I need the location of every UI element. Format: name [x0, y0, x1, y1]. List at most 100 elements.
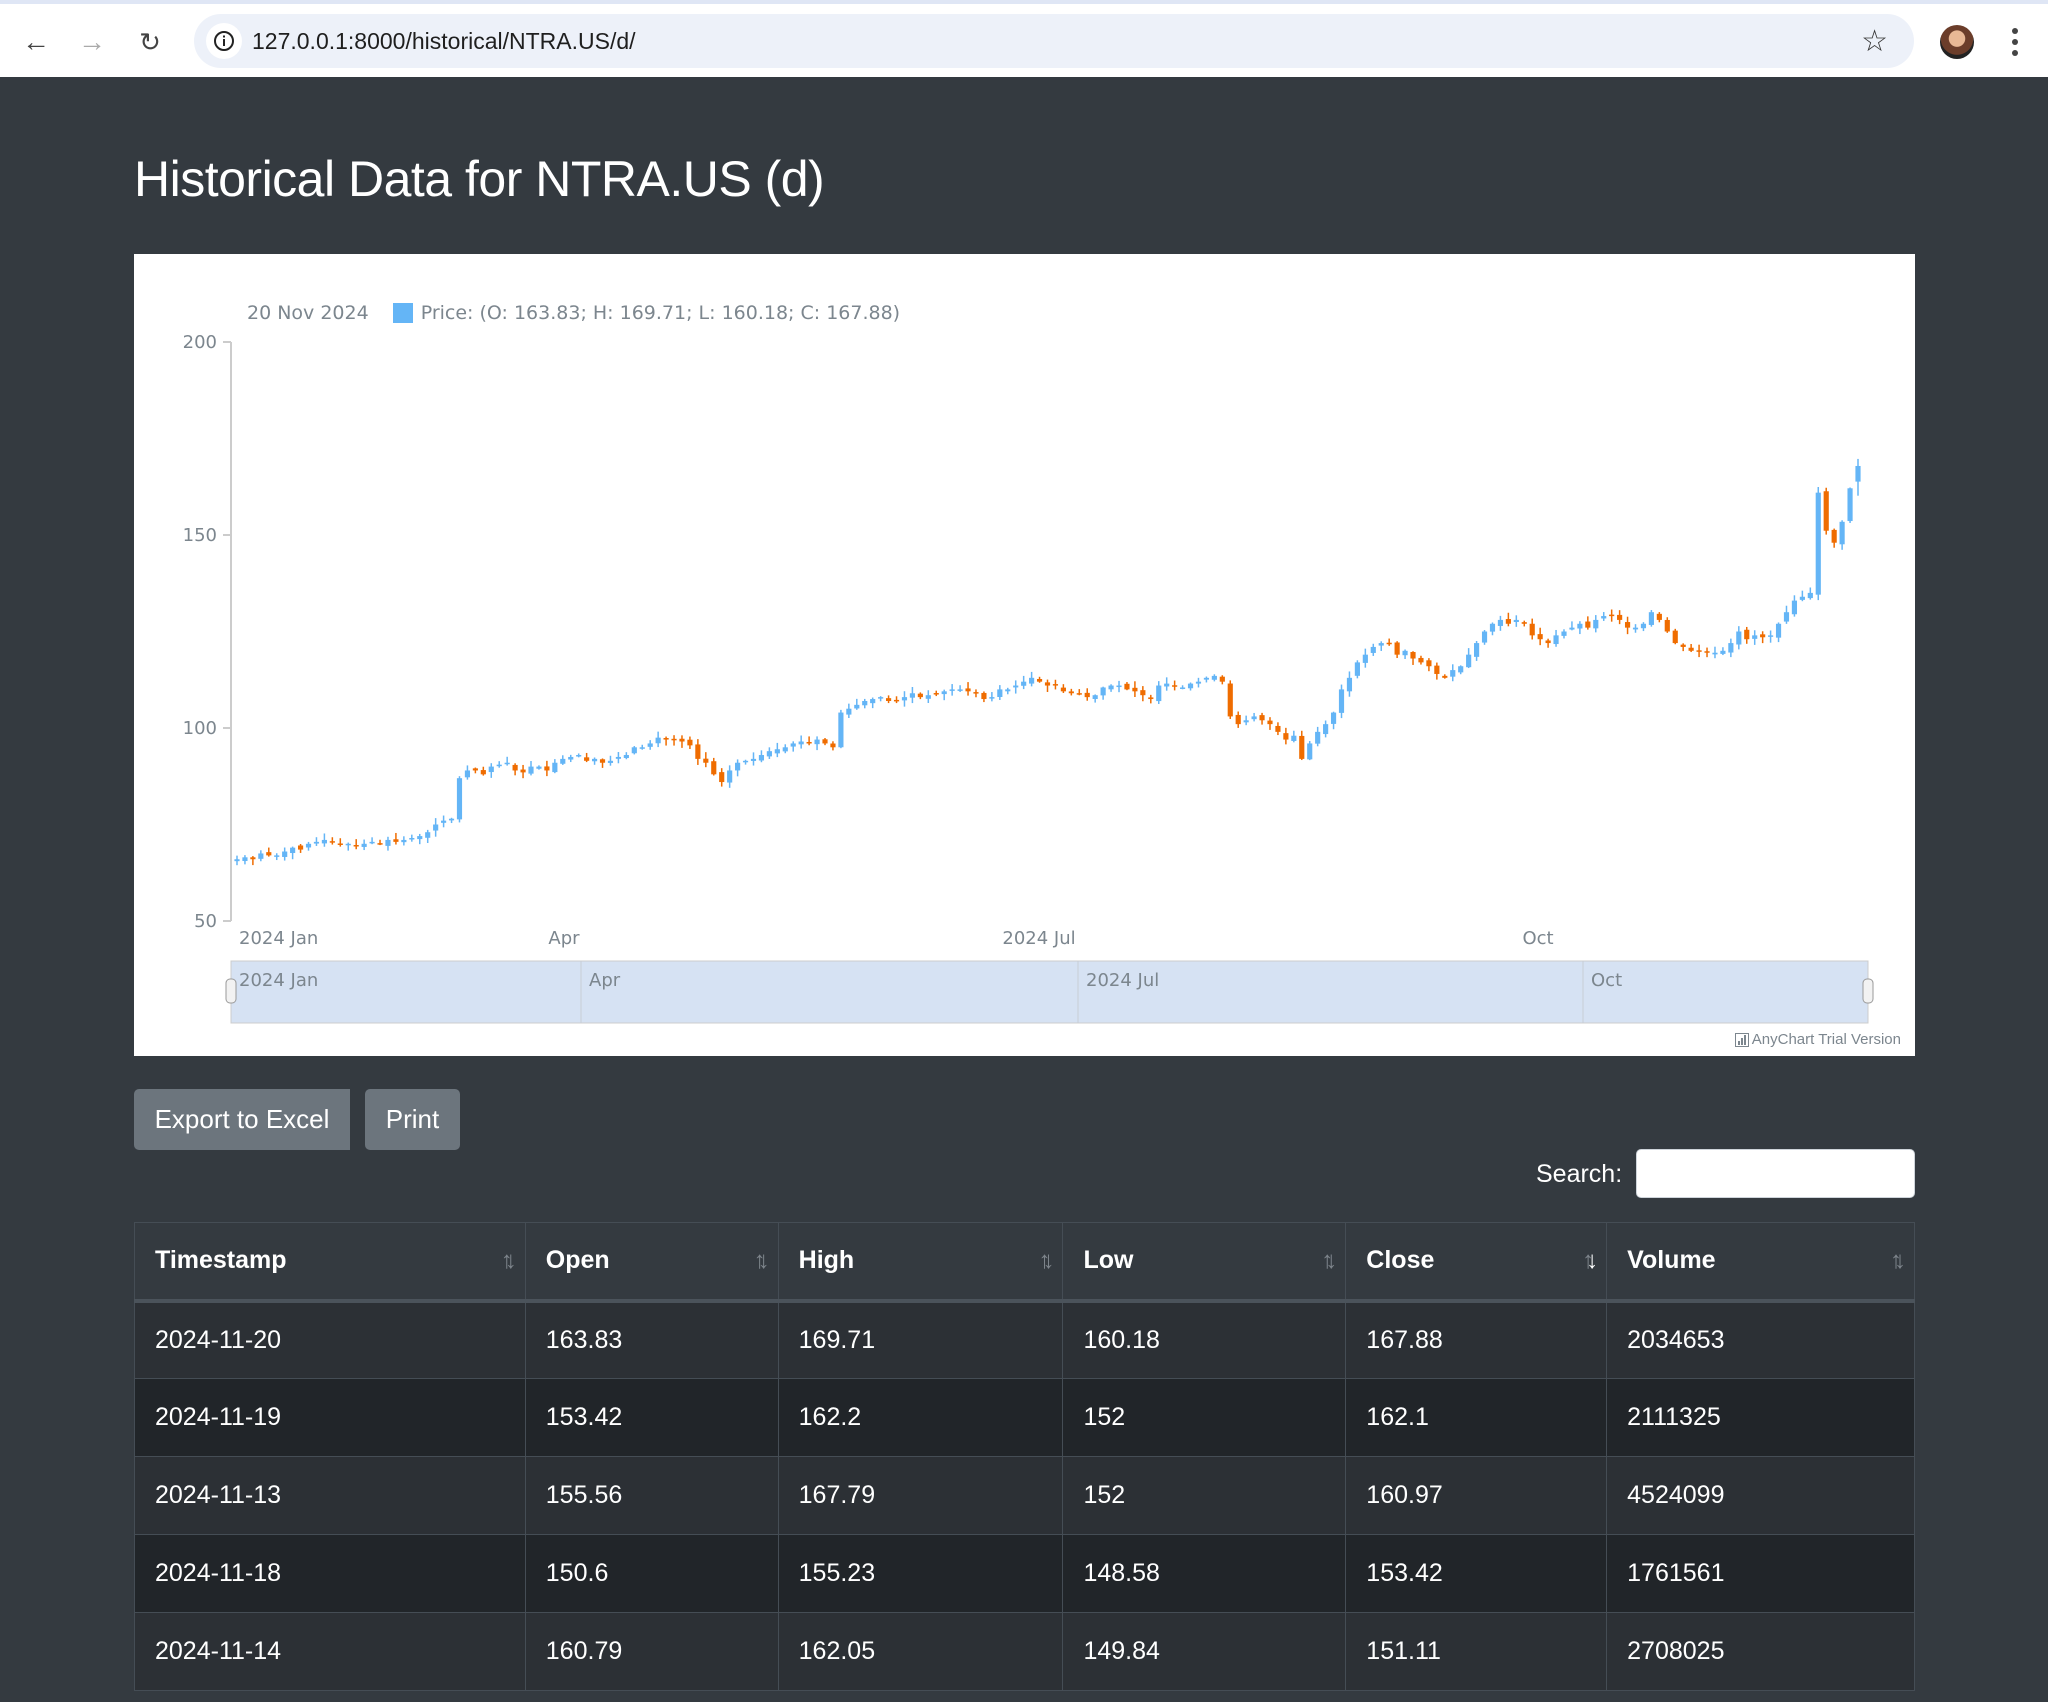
- candle-body[interactable]: [1362, 654, 1368, 663]
- candle-body[interactable]: [1569, 627, 1575, 630]
- candle-body[interactable]: [1744, 629, 1750, 640]
- candle-body[interactable]: [1386, 642, 1392, 645]
- candle-body[interactable]: [313, 841, 320, 844]
- candlestick-plot[interactable]: 50 100 150 200 2024 Jan Apr 2024 Jul Oct 2024 Ja…: [134, 254, 1915, 1056]
- candle-body[interactable]: [663, 738, 669, 740]
- candle-body[interactable]: [1768, 635, 1774, 637]
- candle-body[interactable]: [488, 766, 494, 773]
- candle-body[interactable]: [1180, 687, 1186, 689]
- candle-body[interactable]: [885, 698, 892, 701]
- candle-body[interactable]: [1783, 612, 1790, 622]
- column-header-low[interactable]: Low ↑↓: [1062, 1222, 1347, 1303]
- candle-body[interactable]: [1164, 683, 1170, 687]
- candle-body[interactable]: [504, 762, 510, 765]
- candle-body[interactable]: [576, 755, 582, 757]
- candle-body[interactable]: [703, 758, 709, 763]
- column-header-high[interactable]: High ↑↓: [777, 1222, 1064, 1303]
- candle-body[interactable]: [735, 762, 741, 771]
- candle-body[interactable]: [1092, 695, 1098, 700]
- candle-body[interactable]: [1529, 623, 1535, 636]
- candle-body[interactable]: [1839, 521, 1845, 545]
- candle-body[interactable]: [893, 699, 900, 702]
- candle-body[interactable]: [1005, 689, 1011, 692]
- candle-body[interactable]: [1283, 733, 1289, 740]
- candle-body[interactable]: [766, 751, 772, 757]
- candle-body[interactable]: [1609, 614, 1615, 617]
- candle-body[interactable]: [258, 853, 264, 859]
- navigator-left-handle[interactable]: [225, 978, 237, 1004]
- candle-body[interactable]: [965, 688, 971, 692]
- candle-body[interactable]: [345, 843, 351, 846]
- address-bar[interactable]: 127.0.0.1:8000/historical/NTRA.US/d/ ☆: [194, 14, 1914, 68]
- candle-body[interactable]: [909, 693, 915, 698]
- candle-body[interactable]: [520, 769, 526, 773]
- column-header-timestamp[interactable]: Timestamp ↑↓: [134, 1222, 526, 1303]
- candle-body[interactable]: [1021, 681, 1027, 686]
- candle-body[interactable]: [623, 755, 629, 759]
- candle-body[interactable]: [830, 743, 836, 748]
- candle-body[interactable]: [742, 760, 749, 763]
- candle-body[interactable]: [647, 743, 653, 747]
- candle-body[interactable]: [687, 739, 693, 746]
- candle-body[interactable]: [933, 693, 939, 695]
- candle-body[interactable]: [671, 738, 677, 741]
- candle-body[interactable]: [1108, 685, 1114, 690]
- candle-body[interactable]: [305, 843, 312, 848]
- candle-body[interactable]: [1736, 631, 1742, 645]
- candle-body[interactable]: [774, 749, 780, 754]
- column-header-volume[interactable]: Volume ↑↓: [1606, 1222, 1915, 1303]
- candle-body[interactable]: [290, 847, 296, 854]
- candle-body[interactable]: [1410, 652, 1416, 659]
- candle-body[interactable]: [1752, 635, 1758, 639]
- candle-body[interactable]: [862, 700, 868, 706]
- candle-body[interactable]: [1760, 634, 1766, 638]
- candle-body[interactable]: [1553, 635, 1559, 645]
- candle-body[interactable]: [822, 739, 828, 744]
- candle-body[interactable]: [1148, 697, 1154, 700]
- site-info-button[interactable]: [206, 23, 242, 59]
- export-excel-button[interactable]: Export to Excel: [134, 1089, 350, 1150]
- candle-body[interactable]: [1831, 529, 1837, 543]
- candle-body[interactable]: [1704, 651, 1710, 653]
- url-text[interactable]: 127.0.0.1:8000/historical/NTRA.US/d/: [252, 28, 636, 55]
- candle-body[interactable]: [1458, 666, 1464, 673]
- candle-body[interactable]: [1211, 675, 1217, 680]
- sort-icon[interactable]: ↑↓: [501, 1247, 517, 1275]
- candle-body[interactable]: [655, 737, 661, 744]
- candle-body[interactable]: [790, 743, 796, 747]
- kebab-menu-icon[interactable]: [2000, 22, 2030, 62]
- candle-body[interactable]: [1307, 743, 1313, 760]
- candle-body[interactable]: [266, 852, 272, 856]
- candle-body[interactable]: [1601, 616, 1607, 619]
- candle-body[interactable]: [1378, 643, 1384, 646]
- column-header-close[interactable]: Close ↑↓: [1345, 1222, 1608, 1303]
- candle-body[interactable]: [1219, 676, 1225, 682]
- candle-body[interactable]: [1712, 652, 1718, 655]
- candle-body[interactable]: [1291, 735, 1297, 741]
- candle-body[interactable]: [393, 839, 399, 842]
- candle-body[interactable]: [1720, 650, 1726, 654]
- candle-body[interactable]: [1140, 690, 1146, 696]
- candle-body[interactable]: [838, 712, 844, 748]
- candle-body[interactable]: [1505, 619, 1511, 624]
- candle-body[interactable]: [631, 747, 637, 754]
- candle-body[interactable]: [806, 741, 812, 744]
- search-input[interactable]: [1636, 1149, 1915, 1198]
- candle-body[interactable]: [1172, 685, 1178, 687]
- candle-body[interactable]: [1855, 465, 1861, 482]
- candle-body[interactable]: [1593, 619, 1599, 629]
- star-icon[interactable]: ☆: [1861, 24, 1888, 59]
- candle-body[interactable]: [1076, 693, 1082, 695]
- candle-body[interactable]: [854, 704, 860, 709]
- anychart-watermark[interactable]: AnyChart Trial Version: [1734, 1031, 1901, 1048]
- candle-body[interactable]: [1235, 714, 1241, 725]
- candle-body[interactable]: [377, 843, 383, 845]
- candle-body[interactable]: [782, 747, 788, 752]
- candle-body[interactable]: [870, 699, 876, 704]
- candle-body[interactable]: [957, 689, 963, 691]
- back-button[interactable]: ←: [18, 24, 54, 60]
- candle-body[interactable]: [1545, 640, 1551, 644]
- candle-body[interactable]: [1251, 716, 1257, 720]
- candle-body[interactable]: [496, 764, 502, 767]
- candle-body[interactable]: [1815, 492, 1821, 595]
